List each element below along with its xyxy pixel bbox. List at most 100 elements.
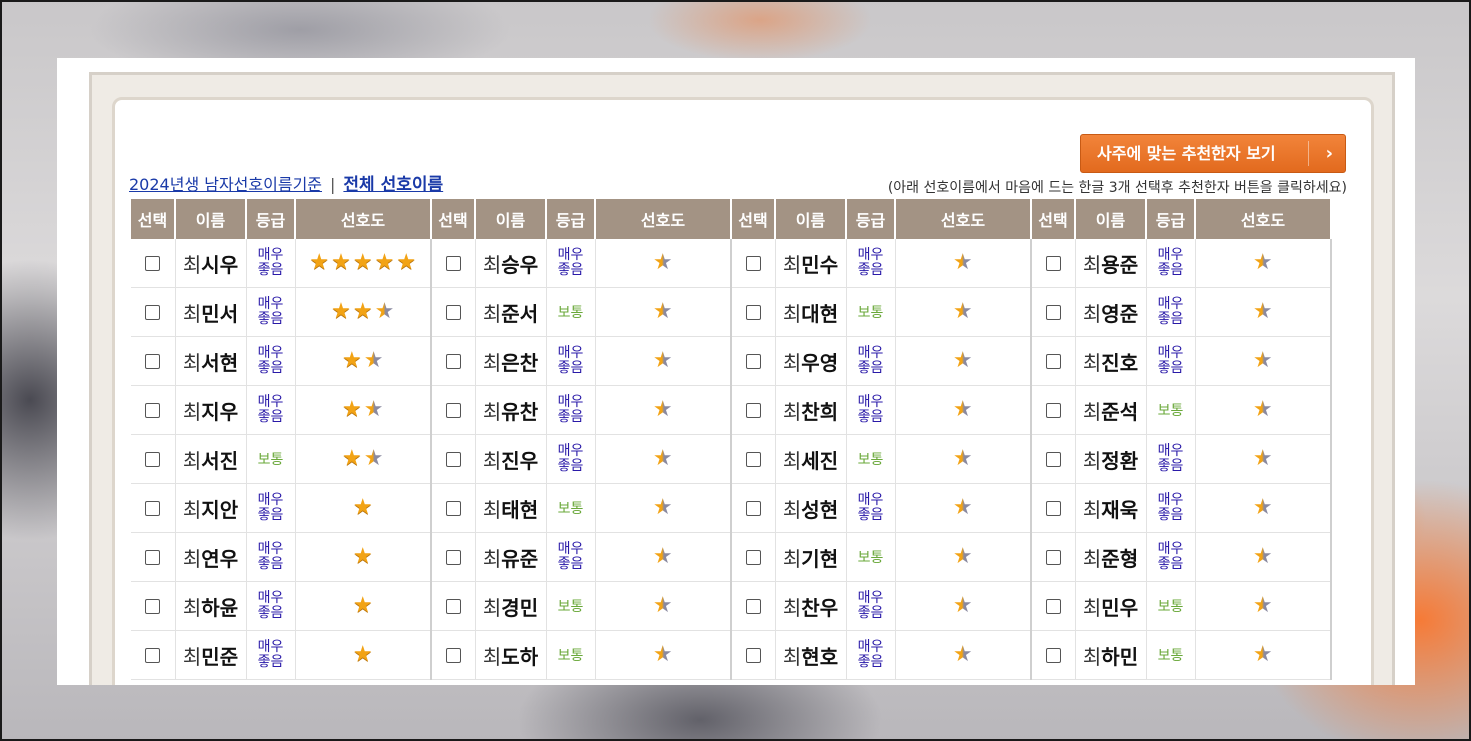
grade-good-line2: 좋음 bbox=[257, 311, 284, 327]
name-checkbox[interactable] bbox=[1045, 353, 1061, 369]
name-checkbox[interactable] bbox=[745, 402, 761, 418]
name-checkbox[interactable] bbox=[445, 402, 461, 418]
full-name: 최하윤 bbox=[183, 596, 238, 620]
grade-cell: 매우 좋음 bbox=[846, 239, 896, 288]
name-checkbox[interactable] bbox=[145, 500, 161, 516]
full-name: 최현호 bbox=[783, 645, 838, 669]
name-checkbox[interactable] bbox=[445, 598, 461, 614]
name-checkbox[interactable] bbox=[1045, 402, 1061, 418]
star-icon: ★ bbox=[309, 250, 330, 275]
star-rating: ★ bbox=[952, 644, 974, 666]
given-name: 진우 bbox=[501, 448, 539, 473]
given-name: 유찬 bbox=[501, 399, 539, 424]
surname: 최 bbox=[1082, 301, 1102, 326]
grade-cell: 매우 좋음 bbox=[546, 532, 596, 582]
grade-good: 매우 좋음 bbox=[858, 395, 884, 425]
grade-cell: 매우 좋음 bbox=[246, 239, 296, 288]
grade-cell: 매우 좋음 bbox=[846, 483, 896, 533]
name-cell: 최준서 bbox=[475, 287, 547, 337]
half-star-icon: ★ bbox=[952, 397, 973, 422]
given-name: 준형 bbox=[1101, 546, 1139, 571]
name-checkbox[interactable] bbox=[445, 451, 461, 467]
recommend-hanja-button[interactable]: 사주에 맞는 추천한자 보기 › bbox=[1080, 134, 1346, 173]
content-card: 사주에 맞는 추천한자 보기 › 2024년생 남자선호이름기준 | 전체 선호이름… bbox=[57, 58, 1415, 685]
grade-cell: 매우 좋음 bbox=[546, 336, 596, 386]
select-cell bbox=[1031, 483, 1076, 533]
star-rating: ★ bbox=[952, 350, 974, 372]
boy-2024-link[interactable]: 2024년생 남자선호이름기준 bbox=[129, 175, 322, 194]
table-header-row: 선택 이름 등급 선호도 선택 이름 등급 선호도 선택 이름 등급 선호도 선택 이름 등급 선호도 bbox=[131, 199, 1332, 239]
grade-cell: 매우 좋음 bbox=[246, 385, 296, 435]
name-checkbox[interactable] bbox=[145, 598, 161, 614]
given-name: 대현 bbox=[801, 301, 839, 326]
grade-good: 매우 좋음 bbox=[1158, 248, 1184, 278]
star-rating: ★ bbox=[1252, 301, 1274, 323]
grade-good: 매우 좋음 bbox=[558, 346, 584, 376]
name-checkbox[interactable] bbox=[745, 647, 761, 663]
grade-good: 매우 좋음 bbox=[858, 346, 884, 376]
name-checkbox[interactable] bbox=[145, 304, 161, 320]
preference-cell: ★ bbox=[595, 630, 732, 680]
surname: 최 bbox=[482, 644, 502, 669]
name-checkbox[interactable] bbox=[445, 647, 461, 663]
name-checkbox[interactable] bbox=[445, 549, 461, 565]
grade-cell: 매우 좋음 bbox=[846, 630, 896, 680]
select-cell bbox=[431, 239, 476, 288]
name-checkbox[interactable] bbox=[1045, 255, 1061, 271]
name-checkbox[interactable] bbox=[445, 353, 461, 369]
name-cell: 최서진 bbox=[175, 434, 247, 484]
half-star-icon: ★ bbox=[652, 642, 673, 667]
select-cell bbox=[131, 630, 176, 680]
half-star-icon: ★ bbox=[1252, 593, 1273, 618]
name-checkbox[interactable] bbox=[145, 549, 161, 565]
table-row: 최연우 매우 좋음 ★ 최유준 매우 좋음 ★ 최기현 보통 ★ 최준형 매우 좋음 ★ bbox=[131, 532, 1332, 582]
table-row: 최하윤 매우 좋음 ★ 최경민 보통 ★ 최찬우 매우 좋음 ★ 최민우 보통 ★ bbox=[131, 581, 1332, 631]
half-star-icon: ★ bbox=[952, 642, 973, 667]
name-checkbox[interactable] bbox=[745, 598, 761, 614]
star-rating: ★ bbox=[952, 399, 974, 421]
half-star-icon: ★ bbox=[363, 348, 384, 373]
preference-cell: ★ bbox=[1195, 581, 1332, 631]
given-name: 태현 bbox=[501, 497, 539, 522]
half-star-icon: ★ bbox=[652, 250, 673, 275]
name-checkbox[interactable] bbox=[745, 549, 761, 565]
name-checkbox[interactable] bbox=[745, 451, 761, 467]
name-checkbox[interactable] bbox=[145, 353, 161, 369]
name-checkbox[interactable] bbox=[445, 255, 461, 271]
all-names-link[interactable]: 전체 선호이름 bbox=[343, 175, 443, 195]
select-cell bbox=[1031, 581, 1076, 631]
grade-cell: 매우 좋음 bbox=[1146, 532, 1196, 582]
grade-good-line2: 좋음 bbox=[1157, 262, 1184, 278]
name-checkbox[interactable] bbox=[145, 451, 161, 467]
name-checkbox[interactable] bbox=[1045, 549, 1061, 565]
grade-good: 매우 좋음 bbox=[258, 395, 284, 425]
name-checkbox[interactable] bbox=[1045, 500, 1061, 516]
name-checkbox[interactable] bbox=[1045, 304, 1061, 320]
grade-good-line2: 좋음 bbox=[857, 654, 884, 670]
name-checkbox[interactable] bbox=[145, 647, 161, 663]
half-star-icon: ★ bbox=[652, 348, 673, 373]
name-cell: 최우영 bbox=[775, 336, 847, 386]
surname: 최 bbox=[782, 301, 802, 326]
name-checkbox[interactable] bbox=[1045, 598, 1061, 614]
name-checkbox[interactable] bbox=[1045, 451, 1061, 467]
given-name: 준서 bbox=[501, 301, 539, 326]
name-checkbox[interactable] bbox=[745, 304, 761, 320]
name-checkbox[interactable] bbox=[445, 304, 461, 320]
grade-good: 매우 좋음 bbox=[258, 591, 284, 621]
name-checkbox[interactable] bbox=[145, 255, 161, 271]
given-name: 재욱 bbox=[1101, 497, 1139, 522]
grade-good-line1: 매우 bbox=[257, 345, 284, 361]
grade-cell: 보통 bbox=[546, 581, 596, 631]
name-checkbox[interactable] bbox=[745, 255, 761, 271]
table-row: 최민서 매우 좋음 ★★★ 최준서 보통 ★ 최대현 보통 ★ 최영준 매우 좋음 ★ bbox=[131, 287, 1332, 337]
grade-good: 매우 좋음 bbox=[1158, 542, 1184, 572]
full-name: 최준석 bbox=[1083, 400, 1138, 424]
name-checkbox[interactable] bbox=[745, 353, 761, 369]
name-checkbox[interactable] bbox=[145, 402, 161, 418]
name-checkbox[interactable] bbox=[445, 500, 461, 516]
star-rating: ★ bbox=[1252, 252, 1274, 274]
grade-cell: 보통 bbox=[546, 483, 596, 533]
name-checkbox[interactable] bbox=[745, 500, 761, 516]
name-checkbox[interactable] bbox=[1045, 647, 1061, 663]
